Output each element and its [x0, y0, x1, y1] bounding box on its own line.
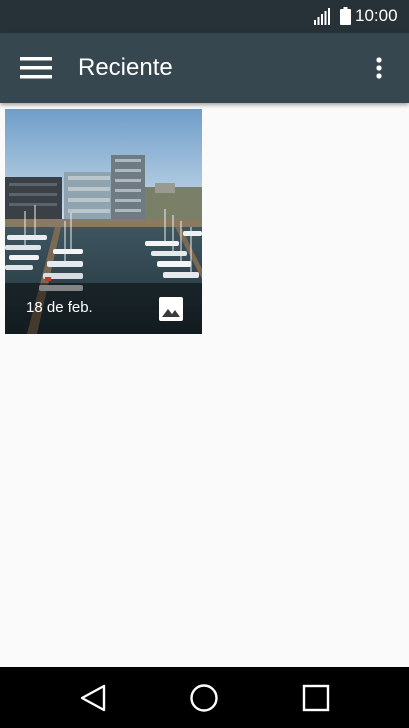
app-bar: Reciente [0, 33, 409, 103]
back-icon[interactable] [76, 681, 110, 715]
more-vert-icon [376, 57, 382, 79]
signal-icon [314, 8, 330, 25]
screen: 10:00 Reciente 18 de feb. [0, 0, 409, 728]
page-title: Reciente [78, 54, 173, 81]
thumbnail-caption-bar: 18 de feb. [5, 283, 202, 334]
hamburger-menu-icon [20, 57, 52, 79]
system-navigation-bar [0, 667, 409, 728]
photo-date-label: 18 de feb. [26, 299, 93, 316]
gallery-thumbnail[interactable]: 18 de feb. [5, 109, 202, 334]
status-bar: 10:00 [0, 0, 409, 33]
recents-icon[interactable] [299, 681, 333, 715]
home-icon[interactable] [187, 681, 221, 715]
more-options-button[interactable] [364, 47, 396, 89]
image-icon [159, 297, 183, 321]
battery-icon [340, 7, 351, 25]
navigation-menu-button[interactable] [10, 47, 62, 89]
status-time: 10:00 [355, 6, 398, 25]
gallery-grid: 18 de feb. [0, 103, 409, 667]
